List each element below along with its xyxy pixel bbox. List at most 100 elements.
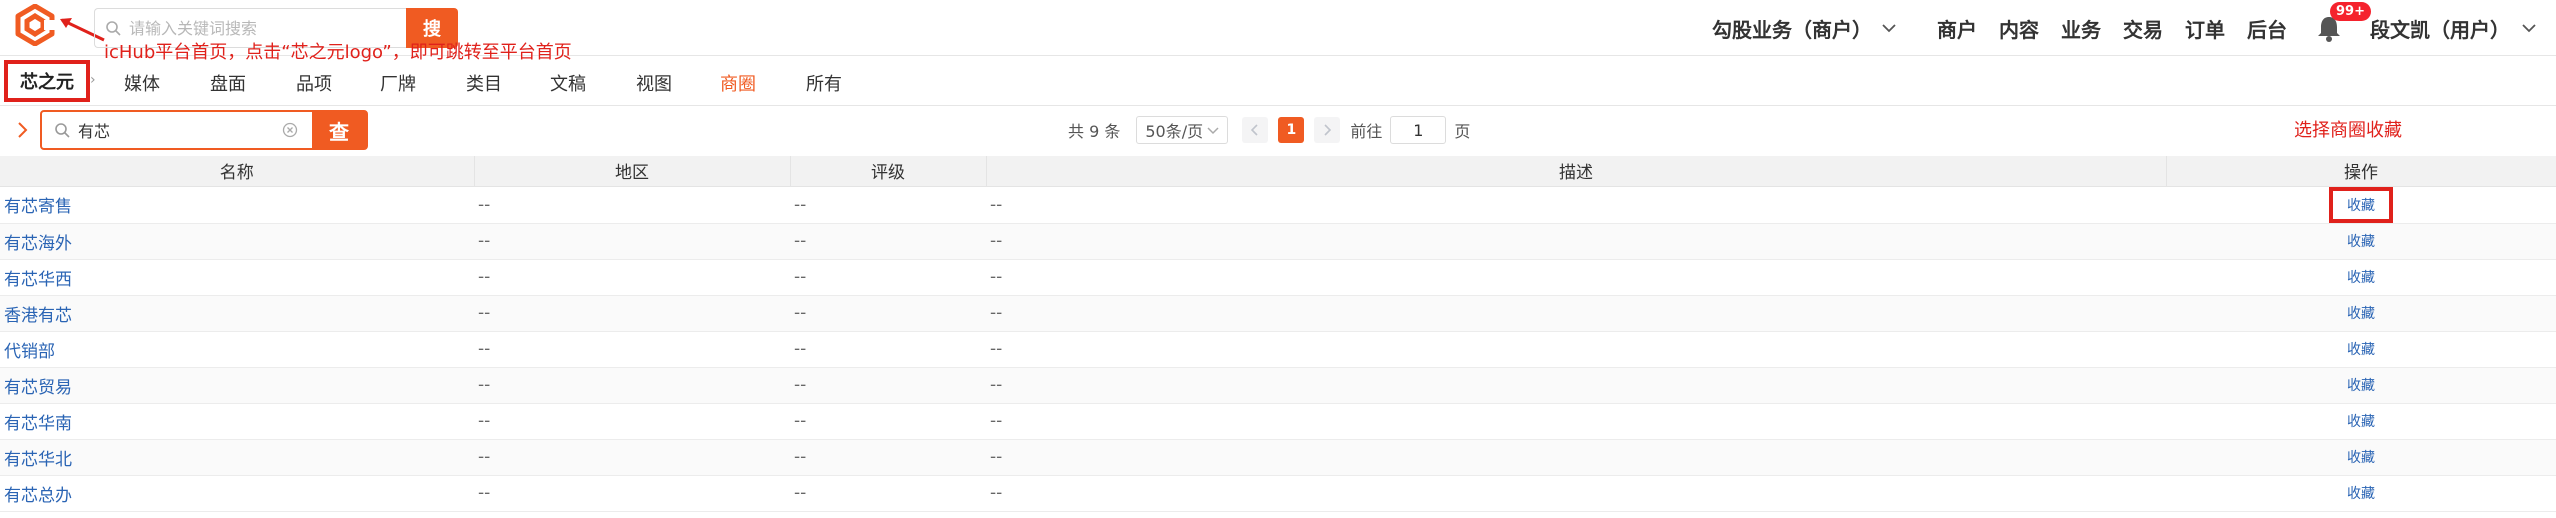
page-size-value: 50条/页 (1145, 122, 1204, 141)
tab-categories[interactable]: 类目 (466, 70, 502, 96)
tab-items[interactable]: 品项 (296, 70, 332, 96)
column-header-description: 描述 (986, 156, 2167, 187)
table-row: 有芯海外 -- -- -- 收藏 (0, 223, 2556, 260)
table-row: 有芯总办 -- -- -- 收藏 (0, 475, 2556, 512)
favorite-button[interactable]: 收藏 (2347, 234, 2375, 250)
ichub-logo-icon[interactable] (14, 4, 56, 46)
row-rating: -- (790, 186, 986, 224)
table-row: 代销部 -- -- -- 收藏 (0, 331, 2556, 368)
row-rating: -- (790, 331, 986, 368)
row-description: -- (986, 295, 2166, 332)
row-rating: -- (790, 403, 986, 440)
row-region: -- (474, 295, 790, 332)
row-description: -- (986, 439, 2166, 476)
tab-business-circle[interactable]: 商圈 (720, 70, 756, 96)
query-input[interactable] (78, 112, 278, 148)
row-rating: -- (790, 223, 986, 260)
chevron-down-icon (1882, 23, 1896, 32)
row-name-link[interactable]: 有芯寄售 (0, 186, 474, 224)
nav-business[interactable]: 业务 (2061, 14, 2101, 43)
tab-media[interactable]: 媒体 (124, 70, 160, 96)
row-rating: -- (790, 439, 986, 476)
favorite-highlight-box: 收藏 (2329, 186, 2393, 223)
user-menu[interactable]: 段文凯（用户） (2370, 14, 2536, 43)
favorite-button[interactable]: 收藏 (2347, 450, 2375, 466)
row-region: -- (474, 186, 790, 224)
notifications[interactable]: 99+ (2316, 2, 2371, 42)
row-description: -- (986, 223, 2166, 260)
row-rating: -- (790, 367, 986, 404)
table-header: 名称 地区 评级 描述 操作 (0, 156, 2556, 187)
tab-manuscripts[interactable]: 文稿 (550, 70, 586, 96)
row-actions: 收藏 (2166, 295, 2556, 332)
nav-backend[interactable]: 后台 (2247, 14, 2287, 43)
nav-orders[interactable]: 订单 (2185, 14, 2225, 43)
row-actions: 收藏 (2166, 439, 2556, 476)
row-name-link[interactable]: 有芯华北 (0, 439, 474, 476)
tab-all[interactable]: 所有 (806, 70, 842, 96)
business-circle-table: 名称 地区 评级 描述 操作 有芯寄售 -- -- -- 收藏 有芯海外 -- … (0, 156, 2556, 512)
chevron-left-icon (1251, 124, 1258, 136)
row-actions: 收藏 (2166, 186, 2556, 224)
table-row: 有芯华南 -- -- -- 收藏 (0, 403, 2556, 440)
chevron-right-icon[interactable] (16, 120, 30, 140)
page-number-current[interactable]: 1 (1278, 117, 1305, 143)
favorite-button[interactable]: 收藏 (2347, 270, 2375, 286)
total-count: 共 9 条 (1068, 122, 1121, 141)
row-actions: 收藏 (2166, 367, 2556, 404)
user-name: 段文凯（用户） (2370, 17, 2510, 42)
brand-tab[interactable]: 芯之元 (4, 60, 90, 102)
nav-content[interactable]: 内容 (1999, 14, 2039, 43)
row-rating: -- (790, 295, 986, 332)
favorite-button[interactable]: 收藏 (2347, 378, 2375, 394)
row-name-link[interactable]: 有芯华西 (0, 259, 474, 296)
row-name-link[interactable]: 有芯总办 (0, 475, 474, 512)
row-region: -- (474, 403, 790, 440)
favorite-button[interactable]: 收藏 (2347, 414, 2375, 430)
nav-trade[interactable]: 交易 (2123, 14, 2163, 43)
tab-views[interactable]: 视图 (636, 70, 672, 96)
row-name-link[interactable]: 有芯贸易 (0, 367, 474, 404)
row-name-link[interactable]: 香港有芯 (0, 295, 474, 332)
favorite-button[interactable]: 收藏 (2347, 486, 2375, 502)
row-region: -- (474, 223, 790, 260)
row-actions: 收藏 (2166, 331, 2556, 368)
page-size-select[interactable]: 50条/页 (1136, 116, 1229, 144)
row-name-link[interactable]: 有芯海外 (0, 223, 474, 260)
toolbar: 查 共 9 条 50条/页 1 前往 页 选择商圈收藏 (0, 106, 2556, 156)
query-box (42, 112, 312, 148)
row-actions: 收藏 (2166, 223, 2556, 260)
next-page-button[interactable] (1314, 117, 1341, 143)
favorite-button[interactable]: 收藏 (2347, 198, 2375, 214)
clear-icon[interactable] (282, 122, 298, 138)
business-switcher[interactable]: 勾股业务（商户） (1712, 14, 1896, 43)
row-description: -- (986, 186, 2166, 224)
row-region: -- (474, 367, 790, 404)
goto-label: 前往 (1350, 122, 1383, 141)
row-description: -- (986, 367, 2166, 404)
row-description: -- (986, 403, 2166, 440)
prev-page-button[interactable] (1242, 117, 1269, 143)
sub-nav: 芯之元 › 媒体 盘面 品项 厂牌 类目 文稿 视图 商圈 所有 (0, 56, 2556, 106)
column-header-name: 名称 (0, 156, 475, 187)
favorite-button[interactable]: 收藏 (2347, 342, 2375, 358)
page-suffix: 页 (1454, 122, 1471, 141)
goto-page-input[interactable] (1390, 116, 1447, 144)
tab-board[interactable]: 盘面 (210, 70, 246, 96)
row-actions: 收藏 (2166, 259, 2556, 296)
row-rating: -- (790, 475, 986, 512)
column-header-region: 地区 (474, 156, 791, 187)
nav-merchant[interactable]: 商户 (1937, 14, 1977, 43)
row-name-link[interactable]: 有芯华南 (0, 403, 474, 440)
query-button[interactable]: 查 (312, 112, 366, 148)
favorite-annotation: 选择商圈收藏 (2294, 120, 2402, 141)
favorite-button[interactable]: 收藏 (2347, 306, 2375, 322)
row-name-link[interactable]: 代销部 (0, 331, 474, 368)
table-row: 有芯贸易 -- -- -- 收藏 (0, 367, 2556, 404)
tab-brands[interactable]: 厂牌 (380, 70, 416, 96)
query-search: 查 (40, 110, 368, 150)
search-icon (55, 123, 70, 138)
notification-badge: 99+ (2330, 2, 2371, 21)
chevron-down-icon (2522, 23, 2536, 32)
chevron-right-icon (1324, 124, 1332, 136)
